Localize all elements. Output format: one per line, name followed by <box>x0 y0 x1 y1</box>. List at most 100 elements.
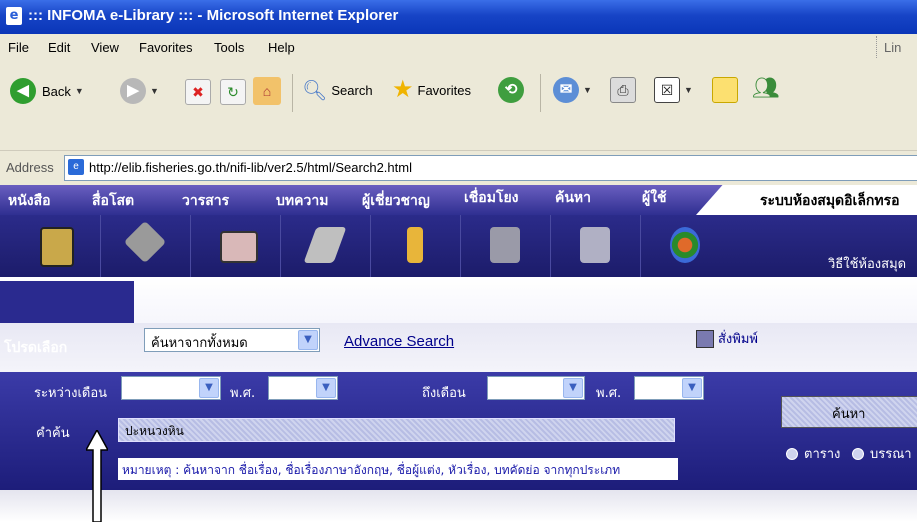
search-submit-button[interactable]: ค้นหา <box>781 396 917 428</box>
address-bar: Address e http://elib.fisheries.go.th/ni… <box>0 150 917 186</box>
journal-icon <box>220 231 258 263</box>
tab-users[interactable]: ผู้ใช้ <box>642 187 667 209</box>
links-label[interactable]: Lin <box>884 40 901 55</box>
search-icon-cell[interactable] <box>550 215 641 277</box>
program-label: โปรดเลือก <box>4 340 68 356</box>
keyword-label: คำค้น <box>36 426 70 441</box>
refresh-icon: ↻ <box>220 79 246 105</box>
film-icon <box>123 220 167 264</box>
print-link[interactable]: สั่งพิมพ์ <box>696 328 758 349</box>
note-icon <box>712 77 738 103</box>
menu-separator <box>876 36 879 58</box>
address-label: Address <box>6 160 54 175</box>
links-icon-cell[interactable] <box>460 215 551 277</box>
home-icon: ⌂ <box>253 77 281 105</box>
tab-articles[interactable]: บทความ <box>276 190 328 212</box>
messenger-icon: 👥︎ <box>752 75 780 100</box>
from-year-select[interactable]: ▼ <box>268 376 338 400</box>
tab-books[interactable]: หนังสือ <box>8 190 51 212</box>
mail-button[interactable]: ✉ ▼ <box>553 77 592 103</box>
radio-icon <box>852 447 864 460</box>
edit-button[interactable]: ☒ ▼ <box>654 77 693 103</box>
person-icon <box>407 227 423 263</box>
search-note: หมายเหตุ : ค้นหาจาก ชื่อเรื่อง, ชื่อเรื่… <box>118 458 678 480</box>
advance-search-link[interactable]: Advance Search <box>344 333 454 350</box>
chevron-down-icon: ▼ <box>150 86 159 96</box>
keyword-input[interactable]: ปะหนวงหิน <box>118 418 675 442</box>
chevron-down-icon: ▼ <box>583 85 592 95</box>
howto-link[interactable]: วิธีใช้ห้องสมุด <box>828 253 906 274</box>
chevron-down-icon: ▼ <box>684 85 693 95</box>
history-icon: ⟲ <box>498 77 524 103</box>
book-icon <box>40 227 74 267</box>
scope-select[interactable]: ค้นหาจากทั้งหมด ▼ <box>144 328 320 352</box>
av-icon-cell[interactable] <box>100 215 191 277</box>
forward-button[interactable]: ▶ ▼ <box>120 78 159 104</box>
web-page: หนังสือ สื่อโสต วารสาร บทความ ผู้เชี่ยวช… <box>0 185 917 522</box>
toolbar: ◀ Back ▼ ▶ ▼ ✖ ↻ ⌂ 🔍︎ Search ★ Favorites… <box>0 62 917 148</box>
search-button[interactable]: 🔍︎ Search <box>302 78 373 103</box>
chevron-down-icon: ▼ <box>682 378 702 398</box>
tab-audiovisual[interactable]: สื่อโสต <box>92 190 134 212</box>
address-input[interactable]: e http://elib.fisheries.go.th/nifi-lib/v… <box>64 155 917 181</box>
stop-button[interactable]: ✖ <box>185 79 211 105</box>
menu-file[interactable]: File <box>8 40 29 55</box>
mail-icon: ✉ <box>553 77 579 103</box>
radio-table[interactable]: ตาราง <box>786 443 840 464</box>
to-month-select[interactable]: ▼ <box>487 376 585 400</box>
back-arrow-icon: ◀ <box>10 78 36 104</box>
chevron-down-icon: ▼ <box>563 378 583 398</box>
tab-journals[interactable]: วารสาร <box>182 190 229 212</box>
address-url[interactable]: http://elib.fisheries.go.th/nifi-lib/ver… <box>89 160 412 175</box>
from-month-select[interactable]: ▼ <box>121 376 221 400</box>
menu-bar: File Edit View Favorites Tools Help Lin <box>0 34 917 63</box>
menu-help[interactable]: Help <box>268 40 295 55</box>
print-button[interactable]: ⎙ <box>610 77 636 103</box>
chevron-down-icon: ▼ <box>316 378 336 398</box>
menu-edit[interactable]: Edit <box>48 40 70 55</box>
link-icon <box>490 227 520 263</box>
history-button[interactable]: ⟲ <box>498 77 524 103</box>
window-title: ::: INFOMA e-Library ::: - Microsoft Int… <box>28 7 399 24</box>
favorites-button[interactable]: ★ Favorites <box>392 78 471 102</box>
between-month-label: ระหว่างเดือน <box>34 386 108 401</box>
to-year-select[interactable]: ▼ <box>634 376 704 400</box>
scroll-icon <box>303 227 347 263</box>
messenger-button[interactable]: 👥︎ <box>752 75 780 101</box>
site-title: ระบบห้องสมุดอิเล็กทรอ <box>760 193 900 209</box>
edit-icon: ☒ <box>654 77 680 103</box>
journals-icon-cell[interactable] <box>190 215 281 277</box>
articles-icon-cell[interactable] <box>280 215 371 277</box>
tab-search[interactable]: ค้นหา <box>555 187 591 209</box>
be-label-1: พ.ศ. <box>230 386 256 401</box>
library-nav: หนังสือ สื่อโสต วารสาร บทความ ผู้เชี่ยวช… <box>0 185 917 215</box>
star-icon: ★ <box>392 76 414 103</box>
printer-icon <box>696 329 714 348</box>
forward-arrow-icon: ▶ <box>120 78 146 104</box>
books-icon-cell[interactable] <box>10 215 101 277</box>
experts-icon-cell[interactable] <box>370 215 461 277</box>
search-icon: 🔍︎ <box>302 80 328 102</box>
window-title-bar: e ::: INFOMA e-Library ::: - Microsoft I… <box>0 0 917 34</box>
menu-tools[interactable]: Tools <box>214 40 244 55</box>
program-strip <box>0 277 917 372</box>
refresh-button[interactable]: ↻ <box>220 79 246 105</box>
tab-experts[interactable]: ผู้เชี่ยวชาญ <box>362 190 430 212</box>
home-button[interactable]: ⌂ <box>253 77 281 105</box>
chevron-down-icon: ▼ <box>298 330 318 350</box>
page-icon: e <box>68 159 84 175</box>
stop-icon: ✖ <box>185 79 211 105</box>
chevron-down-icon: ▼ <box>199 378 219 398</box>
menu-view[interactable]: View <box>91 40 119 55</box>
radio-bibliography[interactable]: บรรณา <box>852 443 912 464</box>
users-icon-cell[interactable] <box>640 215 730 277</box>
discuss-button[interactable] <box>712 77 738 103</box>
printer-icon: ⎙ <box>610 77 636 103</box>
be-label-2: พ.ศ. <box>596 386 622 401</box>
tab-links[interactable]: เชื่อมโยง <box>464 187 518 209</box>
back-button[interactable]: ◀ Back ▼ <box>10 78 84 104</box>
menu-favorites[interactable]: Favorites <box>139 40 192 55</box>
radio-icon <box>786 447 798 460</box>
lower-band <box>0 490 917 522</box>
ie-icon: e <box>6 7 22 25</box>
